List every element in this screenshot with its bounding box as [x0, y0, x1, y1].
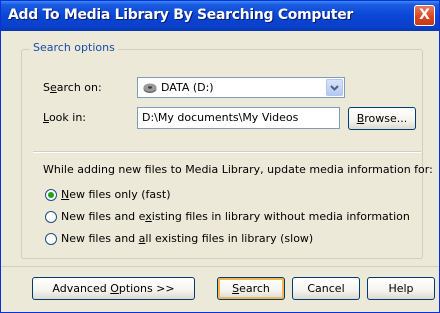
radio-new-files-only[interactable] — [45, 189, 57, 201]
dropdown-button[interactable] — [326, 79, 343, 96]
look-in-label: Look in: — [43, 111, 86, 124]
option-label-new-files-only[interactable]: New files only (fast) — [61, 188, 170, 201]
window-title: Add To Media Library By Searching Comput… — [8, 7, 353, 23]
radio-new-and-all-existing[interactable] — [45, 233, 57, 245]
option-label-new-and-all-existing[interactable]: New files and all existing files in libr… — [61, 232, 313, 245]
browse-button[interactable]: Browse... — [348, 107, 416, 130]
look-in-field[interactable]: D:\My documents\My Videos — [137, 107, 340, 129]
help-button[interactable]: Help — [367, 277, 435, 300]
search-on-dropdown[interactable]: DATA (D:) — [137, 77, 345, 98]
dialog-window: Add To Media Library By Searching Comput… — [0, 0, 440, 313]
close-icon: X — [419, 7, 430, 23]
close-button[interactable]: X — [414, 5, 435, 26]
search-button[interactable]: Search — [217, 277, 285, 300]
cancel-button[interactable]: Cancel — [292, 277, 360, 300]
separator — [33, 151, 421, 153]
footer-divider — [1, 266, 439, 267]
radio-new-and-existing-without-info[interactable] — [45, 211, 57, 223]
chevron-down-icon — [330, 85, 339, 91]
search-options-legend: Search options — [30, 41, 118, 54]
advanced-options-button[interactable]: Advanced Options >> — [32, 277, 195, 300]
title-bar[interactable]: Add To Media Library By Searching Comput… — [1, 1, 439, 31]
look-in-value: D:\My documents\My Videos — [142, 111, 299, 124]
update-info-prompt: While adding new files to Media Library,… — [43, 163, 433, 176]
search-on-label: Search on: — [43, 81, 102, 94]
drive-icon — [143, 83, 157, 93]
search-on-value: DATA (D:) — [161, 81, 214, 94]
option-label-new-and-existing-without-info[interactable]: New files and existing files in library … — [61, 210, 410, 223]
